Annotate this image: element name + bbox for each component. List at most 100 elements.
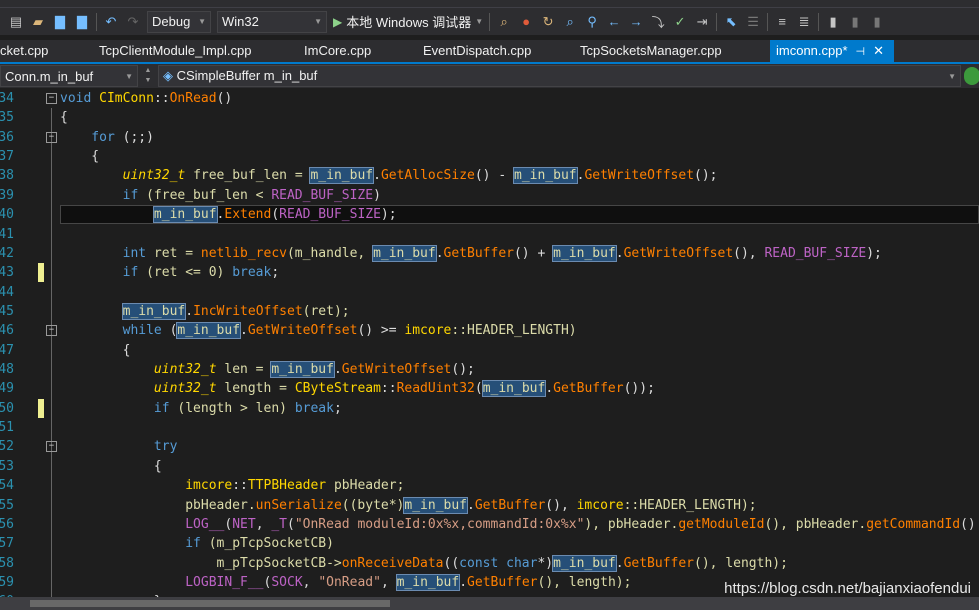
bookmark-icon[interactable]: ▮ bbox=[825, 14, 841, 30]
save-icon[interactable]: ▇ bbox=[52, 14, 68, 30]
highlighted-reference: m_in_buf bbox=[513, 167, 578, 185]
collapse-icon[interactable]: − bbox=[46, 325, 57, 337]
code-line[interactable]: 35 { bbox=[0, 108, 979, 127]
next-bookmark-icon[interactable]: ▮ bbox=[869, 14, 885, 30]
line-number: 58 bbox=[0, 555, 14, 571]
sync-icon[interactable] bbox=[964, 67, 979, 85]
bug-icon[interactable]: ● bbox=[518, 14, 534, 30]
tab-imconn[interactable]: imconn.cpp* ⊣ ✕ bbox=[770, 40, 894, 62]
find-icon[interactable]: ⌕ bbox=[496, 14, 512, 30]
navigate-forward-icon[interactable]: → bbox=[628, 14, 644, 30]
zoom-icon[interactable]: ⚲ bbox=[584, 14, 600, 30]
code-token: GetBuffer bbox=[553, 381, 624, 397]
code-line[interactable]: 41 bbox=[0, 225, 979, 244]
pin-icon[interactable]: ⊣ bbox=[856, 46, 866, 58]
chevron-down-icon: ▼ bbox=[948, 71, 956, 81]
code-line[interactable]: 43 if (ret <= 0) break; bbox=[0, 263, 979, 283]
tab-imcore[interactable]: ImCore.cpp bbox=[304, 40, 371, 62]
tab-label: TcpClientModule_Impl.cpp bbox=[99, 43, 252, 58]
code-text: if (length > len) break; bbox=[60, 399, 342, 418]
code-token: LOGBIN_F__ bbox=[185, 575, 264, 590]
collapse-icon[interactable]: − bbox=[46, 131, 57, 143]
code-token: (length > len) bbox=[177, 400, 295, 416]
line-number: 56 bbox=[0, 516, 14, 532]
code-text: { bbox=[60, 147, 99, 166]
code-token: ); bbox=[866, 245, 882, 261]
start-debugger-button[interactable]: ▶ 本地 Windows 调试器 ▼ bbox=[333, 12, 483, 31]
undo-icon[interactable]: ↶ bbox=[103, 14, 119, 30]
redo-icon[interactable]: ↷ bbox=[125, 14, 141, 30]
code-line[interactable]: 45 m_in_buf.IncWriteOffset(ret); bbox=[0, 302, 979, 321]
code-token: (m_handle, bbox=[286, 245, 374, 261]
member-select[interactable]: ◈ CSimpleBuffer m_in_buf ▼ bbox=[158, 65, 961, 87]
highlighted-reference: m_in_buf bbox=[270, 361, 335, 379]
open-file-icon[interactable]: ▰ bbox=[30, 14, 46, 30]
code-line[interactable]: 56 LOG__(NET, _T("OnRead moduleId:0x%x,c… bbox=[0, 515, 979, 534]
code-line[interactable]: 57 if (m_pTcpSocketCB) bbox=[0, 534, 979, 553]
play-icon: ▶ bbox=[333, 14, 343, 29]
code-text: uint32_t free_buf_len = m_in_buf.GetAllo… bbox=[60, 166, 718, 185]
tab-tcpsocketsmanager[interactable]: TcpSocketsManager.cpp bbox=[580, 40, 722, 62]
tab-eventdispatch[interactable]: EventDispatch.cpp bbox=[423, 40, 531, 62]
collapse-icon[interactable]: − bbox=[46, 441, 57, 453]
code-line[interactable]: 53 { bbox=[0, 457, 979, 476]
nav-updown-icon[interactable]: ▲ ▼ bbox=[142, 66, 154, 86]
line-number: 42 bbox=[0, 245, 14, 261]
code-line[interactable]: 44 bbox=[0, 283, 979, 302]
prev-bookmark-icon[interactable]: ▮ bbox=[847, 14, 863, 30]
platform-select[interactable]: Win32 ▼ bbox=[217, 10, 327, 33]
search-icon[interactable]: ⌕ bbox=[562, 14, 578, 30]
code-token: GetBuffer bbox=[467, 575, 538, 590]
code-token: , bbox=[302, 575, 319, 590]
code-line[interactable]: 52 − try bbox=[0, 437, 979, 456]
code-line[interactable]: 47 { bbox=[0, 341, 979, 360]
tab-label: cket.cpp bbox=[0, 43, 49, 58]
uncomment-icon[interactable]: ≣ bbox=[796, 14, 812, 30]
code-line[interactable]: 55 pbHeader.unSerialize((byte*)m_in_buf.… bbox=[0, 496, 979, 515]
code-line[interactable]: 37 { bbox=[0, 147, 979, 166]
tab-socket-cpp[interactable]: cket.cpp bbox=[0, 40, 48, 62]
outdent-icon[interactable]: ☰ bbox=[745, 14, 761, 30]
code-line[interactable]: 54 imcore::TTPBHeader pbHeader; bbox=[0, 476, 979, 495]
chevron-down-icon: ▼ bbox=[475, 17, 484, 26]
code-line[interactable]: 36 − for (;;) bbox=[0, 128, 979, 147]
horizontal-scrollbar[interactable] bbox=[0, 597, 979, 610]
code-line[interactable]: 40 m_in_buf.Extend(READ_BUF_SIZE); bbox=[0, 205, 979, 225]
step-icon[interactable]: ⤵ bbox=[650, 14, 666, 30]
scope-select[interactable]: Conn.m_in_buf ▼ bbox=[0, 65, 138, 87]
code-line[interactable]: 46 − while (m_in_buf.GetWriteOffset() >= … bbox=[0, 321, 979, 340]
select-icon[interactable]: ⬉ bbox=[723, 14, 739, 30]
code-editor[interactable]: 34− void CImConn::OnRead() 35{36− for (;;)… bbox=[0, 88, 979, 597]
code-line[interactable]: 42 int ret = netlib_recv(m_handle, m_in_… bbox=[0, 244, 979, 263]
code-line[interactable]: 50 if (length > len) break; bbox=[0, 398, 979, 418]
code-token: _T bbox=[271, 516, 287, 532]
code-line[interactable]: 38 uint32_t free_buf_len = m_in_buf.GetA… bbox=[0, 166, 979, 185]
spellcheck-icon[interactable]: ✓ bbox=[672, 14, 688, 30]
import-icon[interactable]: ⇥ bbox=[694, 14, 710, 30]
scrollbar-thumb[interactable] bbox=[30, 600, 390, 607]
change-marker bbox=[38, 398, 44, 418]
code-line[interactable]: 34 − void CImConn::OnRead() bbox=[0, 89, 979, 108]
tab-tcpclientmodule-impl[interactable]: TcpClientModule_Impl.cpp bbox=[99, 40, 251, 62]
code-line[interactable]: 51 bbox=[0, 418, 979, 437]
code-token: GetWriteOffset bbox=[623, 245, 734, 261]
line-number: 46 bbox=[0, 323, 14, 339]
code-line[interactable]: 58 m_pTcpSocketCB->onReceiveData((const … bbox=[0, 554, 979, 573]
save-all-icon[interactable]: ▇ bbox=[74, 14, 90, 30]
collapse-icon[interactable]: − bbox=[46, 93, 57, 104]
comment-icon[interactable]: ≡ bbox=[774, 14, 790, 30]
code-line[interactable]: 49 uint32_t length = CByteStream::ReadUi… bbox=[0, 379, 979, 398]
navigate-back-icon[interactable]: ← bbox=[606, 14, 622, 30]
code-text: for (;;) bbox=[60, 128, 154, 147]
code-text: m_in_buf.IncWriteOffset(ret); bbox=[60, 302, 350, 321]
refresh-icon[interactable]: ↻ bbox=[540, 14, 556, 30]
code-line[interactable]: 39 if (free_buf_len < READ_BUF_SIZE) bbox=[0, 186, 979, 205]
code-text: if (ret <= 0) break; bbox=[60, 263, 280, 282]
configuration-select[interactable]: Debug ▼ bbox=[147, 10, 211, 33]
code-text: LOG__(NET, _T("OnRead moduleId:0x%x,comm… bbox=[60, 515, 976, 534]
code-line[interactable]: 48 uint32_t len = m_in_buf.GetWriteOffse… bbox=[0, 360, 979, 379]
new-project-icon[interactable]: ▤ bbox=[8, 14, 24, 30]
close-icon[interactable]: ✕ bbox=[873, 43, 884, 58]
separator bbox=[96, 12, 97, 31]
